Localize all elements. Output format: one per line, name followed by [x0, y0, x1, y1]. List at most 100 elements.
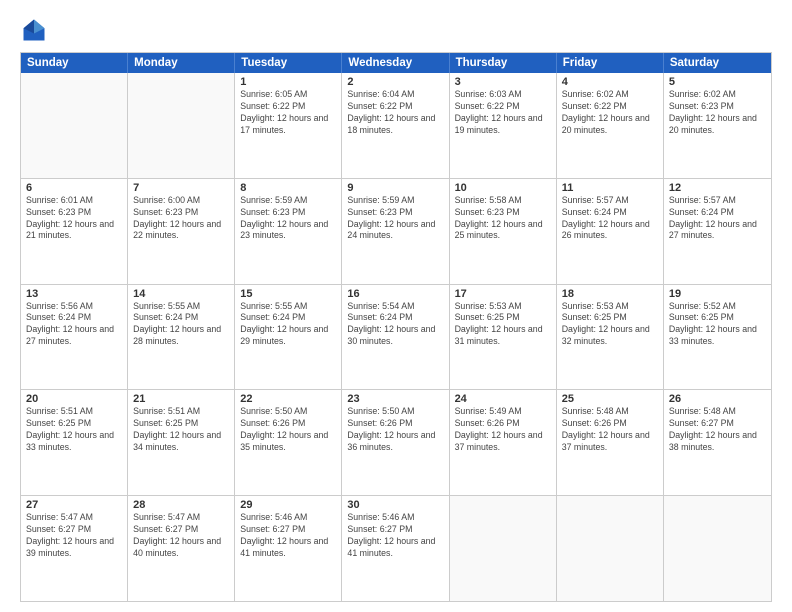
day-number: 19 [669, 288, 766, 300]
day-info: Sunrise: 5:55 AM Sunset: 6:24 PM Dayligh… [133, 301, 229, 349]
calendar-cell: 4Sunrise: 6:02 AM Sunset: 6:22 PM Daylig… [557, 73, 664, 178]
day-number: 17 [455, 288, 551, 300]
calendar-week: 6Sunrise: 6:01 AM Sunset: 6:23 PM Daylig… [21, 179, 771, 285]
calendar-cell: 28Sunrise: 5:47 AM Sunset: 6:27 PM Dayli… [128, 496, 235, 601]
calendar-header-cell: Friday [557, 53, 664, 73]
day-number: 27 [26, 499, 122, 511]
day-info: Sunrise: 5:47 AM Sunset: 6:27 PM Dayligh… [26, 512, 122, 560]
calendar-cell: 3Sunrise: 6:03 AM Sunset: 6:22 PM Daylig… [450, 73, 557, 178]
header [20, 16, 772, 44]
day-info: Sunrise: 5:56 AM Sunset: 6:24 PM Dayligh… [26, 301, 122, 349]
calendar-cell: 30Sunrise: 5:46 AM Sunset: 6:27 PM Dayli… [342, 496, 449, 601]
calendar-cell [128, 73, 235, 178]
day-info: Sunrise: 6:02 AM Sunset: 6:22 PM Dayligh… [562, 89, 658, 137]
day-number: 10 [455, 182, 551, 194]
day-number: 7 [133, 182, 229, 194]
day-info: Sunrise: 5:50 AM Sunset: 6:26 PM Dayligh… [347, 406, 443, 454]
calendar-cell: 1Sunrise: 6:05 AM Sunset: 6:22 PM Daylig… [235, 73, 342, 178]
day-info: Sunrise: 6:01 AM Sunset: 6:23 PM Dayligh… [26, 195, 122, 243]
calendar-cell: 13Sunrise: 5:56 AM Sunset: 6:24 PM Dayli… [21, 285, 128, 390]
day-info: Sunrise: 6:02 AM Sunset: 6:23 PM Dayligh… [669, 89, 766, 137]
calendar-cell: 18Sunrise: 5:53 AM Sunset: 6:25 PM Dayli… [557, 285, 664, 390]
day-info: Sunrise: 6:03 AM Sunset: 6:22 PM Dayligh… [455, 89, 551, 137]
day-info: Sunrise: 5:51 AM Sunset: 6:25 PM Dayligh… [26, 406, 122, 454]
calendar-cell [557, 496, 664, 601]
calendar-cell: 17Sunrise: 5:53 AM Sunset: 6:25 PM Dayli… [450, 285, 557, 390]
day-number: 1 [240, 76, 336, 88]
day-number: 9 [347, 182, 443, 194]
logo [20, 16, 52, 44]
day-info: Sunrise: 6:04 AM Sunset: 6:22 PM Dayligh… [347, 89, 443, 137]
day-info: Sunrise: 5:58 AM Sunset: 6:23 PM Dayligh… [455, 195, 551, 243]
day-number: 21 [133, 393, 229, 405]
calendar-header-cell: Monday [128, 53, 235, 73]
day-info: Sunrise: 5:53 AM Sunset: 6:25 PM Dayligh… [455, 301, 551, 349]
calendar-cell: 19Sunrise: 5:52 AM Sunset: 6:25 PM Dayli… [664, 285, 771, 390]
calendar-cell: 11Sunrise: 5:57 AM Sunset: 6:24 PM Dayli… [557, 179, 664, 284]
calendar-header-row: SundayMondayTuesdayWednesdayThursdayFrid… [21, 53, 771, 73]
day-info: Sunrise: 5:59 AM Sunset: 6:23 PM Dayligh… [347, 195, 443, 243]
logo-icon [20, 16, 48, 44]
day-info: Sunrise: 5:49 AM Sunset: 6:26 PM Dayligh… [455, 406, 551, 454]
day-info: Sunrise: 5:47 AM Sunset: 6:27 PM Dayligh… [133, 512, 229, 560]
calendar-week: 27Sunrise: 5:47 AM Sunset: 6:27 PM Dayli… [21, 496, 771, 601]
calendar-body: 1Sunrise: 6:05 AM Sunset: 6:22 PM Daylig… [21, 73, 771, 601]
calendar-cell [450, 496, 557, 601]
calendar-cell: 12Sunrise: 5:57 AM Sunset: 6:24 PM Dayli… [664, 179, 771, 284]
calendar-cell: 20Sunrise: 5:51 AM Sunset: 6:25 PM Dayli… [21, 390, 128, 495]
day-info: Sunrise: 5:50 AM Sunset: 6:26 PM Dayligh… [240, 406, 336, 454]
day-number: 25 [562, 393, 658, 405]
calendar-cell: 26Sunrise: 5:48 AM Sunset: 6:27 PM Dayli… [664, 390, 771, 495]
calendar-cell: 10Sunrise: 5:58 AM Sunset: 6:23 PM Dayli… [450, 179, 557, 284]
calendar-cell: 24Sunrise: 5:49 AM Sunset: 6:26 PM Dayli… [450, 390, 557, 495]
calendar-cell: 22Sunrise: 5:50 AM Sunset: 6:26 PM Dayli… [235, 390, 342, 495]
day-info: Sunrise: 5:54 AM Sunset: 6:24 PM Dayligh… [347, 301, 443, 349]
calendar-cell: 21Sunrise: 5:51 AM Sunset: 6:25 PM Dayli… [128, 390, 235, 495]
calendar-header-cell: Tuesday [235, 53, 342, 73]
day-number: 24 [455, 393, 551, 405]
day-number: 13 [26, 288, 122, 300]
calendar-cell [664, 496, 771, 601]
day-info: Sunrise: 5:48 AM Sunset: 6:26 PM Dayligh… [562, 406, 658, 454]
day-number: 14 [133, 288, 229, 300]
calendar-header-cell: Wednesday [342, 53, 449, 73]
day-number: 4 [562, 76, 658, 88]
calendar-cell: 8Sunrise: 5:59 AM Sunset: 6:23 PM Daylig… [235, 179, 342, 284]
calendar-cell: 9Sunrise: 5:59 AM Sunset: 6:23 PM Daylig… [342, 179, 449, 284]
day-number: 12 [669, 182, 766, 194]
day-info: Sunrise: 6:00 AM Sunset: 6:23 PM Dayligh… [133, 195, 229, 243]
day-number: 28 [133, 499, 229, 511]
day-number: 8 [240, 182, 336, 194]
day-info: Sunrise: 5:46 AM Sunset: 6:27 PM Dayligh… [240, 512, 336, 560]
day-info: Sunrise: 5:51 AM Sunset: 6:25 PM Dayligh… [133, 406, 229, 454]
calendar-cell: 2Sunrise: 6:04 AM Sunset: 6:22 PM Daylig… [342, 73, 449, 178]
calendar-cell: 7Sunrise: 6:00 AM Sunset: 6:23 PM Daylig… [128, 179, 235, 284]
day-number: 5 [669, 76, 766, 88]
day-info: Sunrise: 5:57 AM Sunset: 6:24 PM Dayligh… [669, 195, 766, 243]
day-info: Sunrise: 5:48 AM Sunset: 6:27 PM Dayligh… [669, 406, 766, 454]
calendar-header-cell: Thursday [450, 53, 557, 73]
page: SundayMondayTuesdayWednesdayThursdayFrid… [0, 0, 792, 612]
calendar-week: 13Sunrise: 5:56 AM Sunset: 6:24 PM Dayli… [21, 285, 771, 391]
day-number: 23 [347, 393, 443, 405]
day-info: Sunrise: 5:57 AM Sunset: 6:24 PM Dayligh… [562, 195, 658, 243]
calendar-cell: 16Sunrise: 5:54 AM Sunset: 6:24 PM Dayli… [342, 285, 449, 390]
day-info: Sunrise: 5:53 AM Sunset: 6:25 PM Dayligh… [562, 301, 658, 349]
day-number: 15 [240, 288, 336, 300]
calendar-week: 20Sunrise: 5:51 AM Sunset: 6:25 PM Dayli… [21, 390, 771, 496]
day-info: Sunrise: 6:05 AM Sunset: 6:22 PM Dayligh… [240, 89, 336, 137]
day-number: 11 [562, 182, 658, 194]
calendar-cell: 6Sunrise: 6:01 AM Sunset: 6:23 PM Daylig… [21, 179, 128, 284]
calendar-cell: 25Sunrise: 5:48 AM Sunset: 6:26 PM Dayli… [557, 390, 664, 495]
calendar-header-cell: Saturday [664, 53, 771, 73]
day-number: 30 [347, 499, 443, 511]
day-number: 16 [347, 288, 443, 300]
day-info: Sunrise: 5:55 AM Sunset: 6:24 PM Dayligh… [240, 301, 336, 349]
calendar-header-cell: Sunday [21, 53, 128, 73]
calendar-week: 1Sunrise: 6:05 AM Sunset: 6:22 PM Daylig… [21, 73, 771, 179]
day-info: Sunrise: 5:52 AM Sunset: 6:25 PM Dayligh… [669, 301, 766, 349]
calendar-cell: 14Sunrise: 5:55 AM Sunset: 6:24 PM Dayli… [128, 285, 235, 390]
calendar-cell [21, 73, 128, 178]
day-number: 6 [26, 182, 122, 194]
calendar-cell: 27Sunrise: 5:47 AM Sunset: 6:27 PM Dayli… [21, 496, 128, 601]
